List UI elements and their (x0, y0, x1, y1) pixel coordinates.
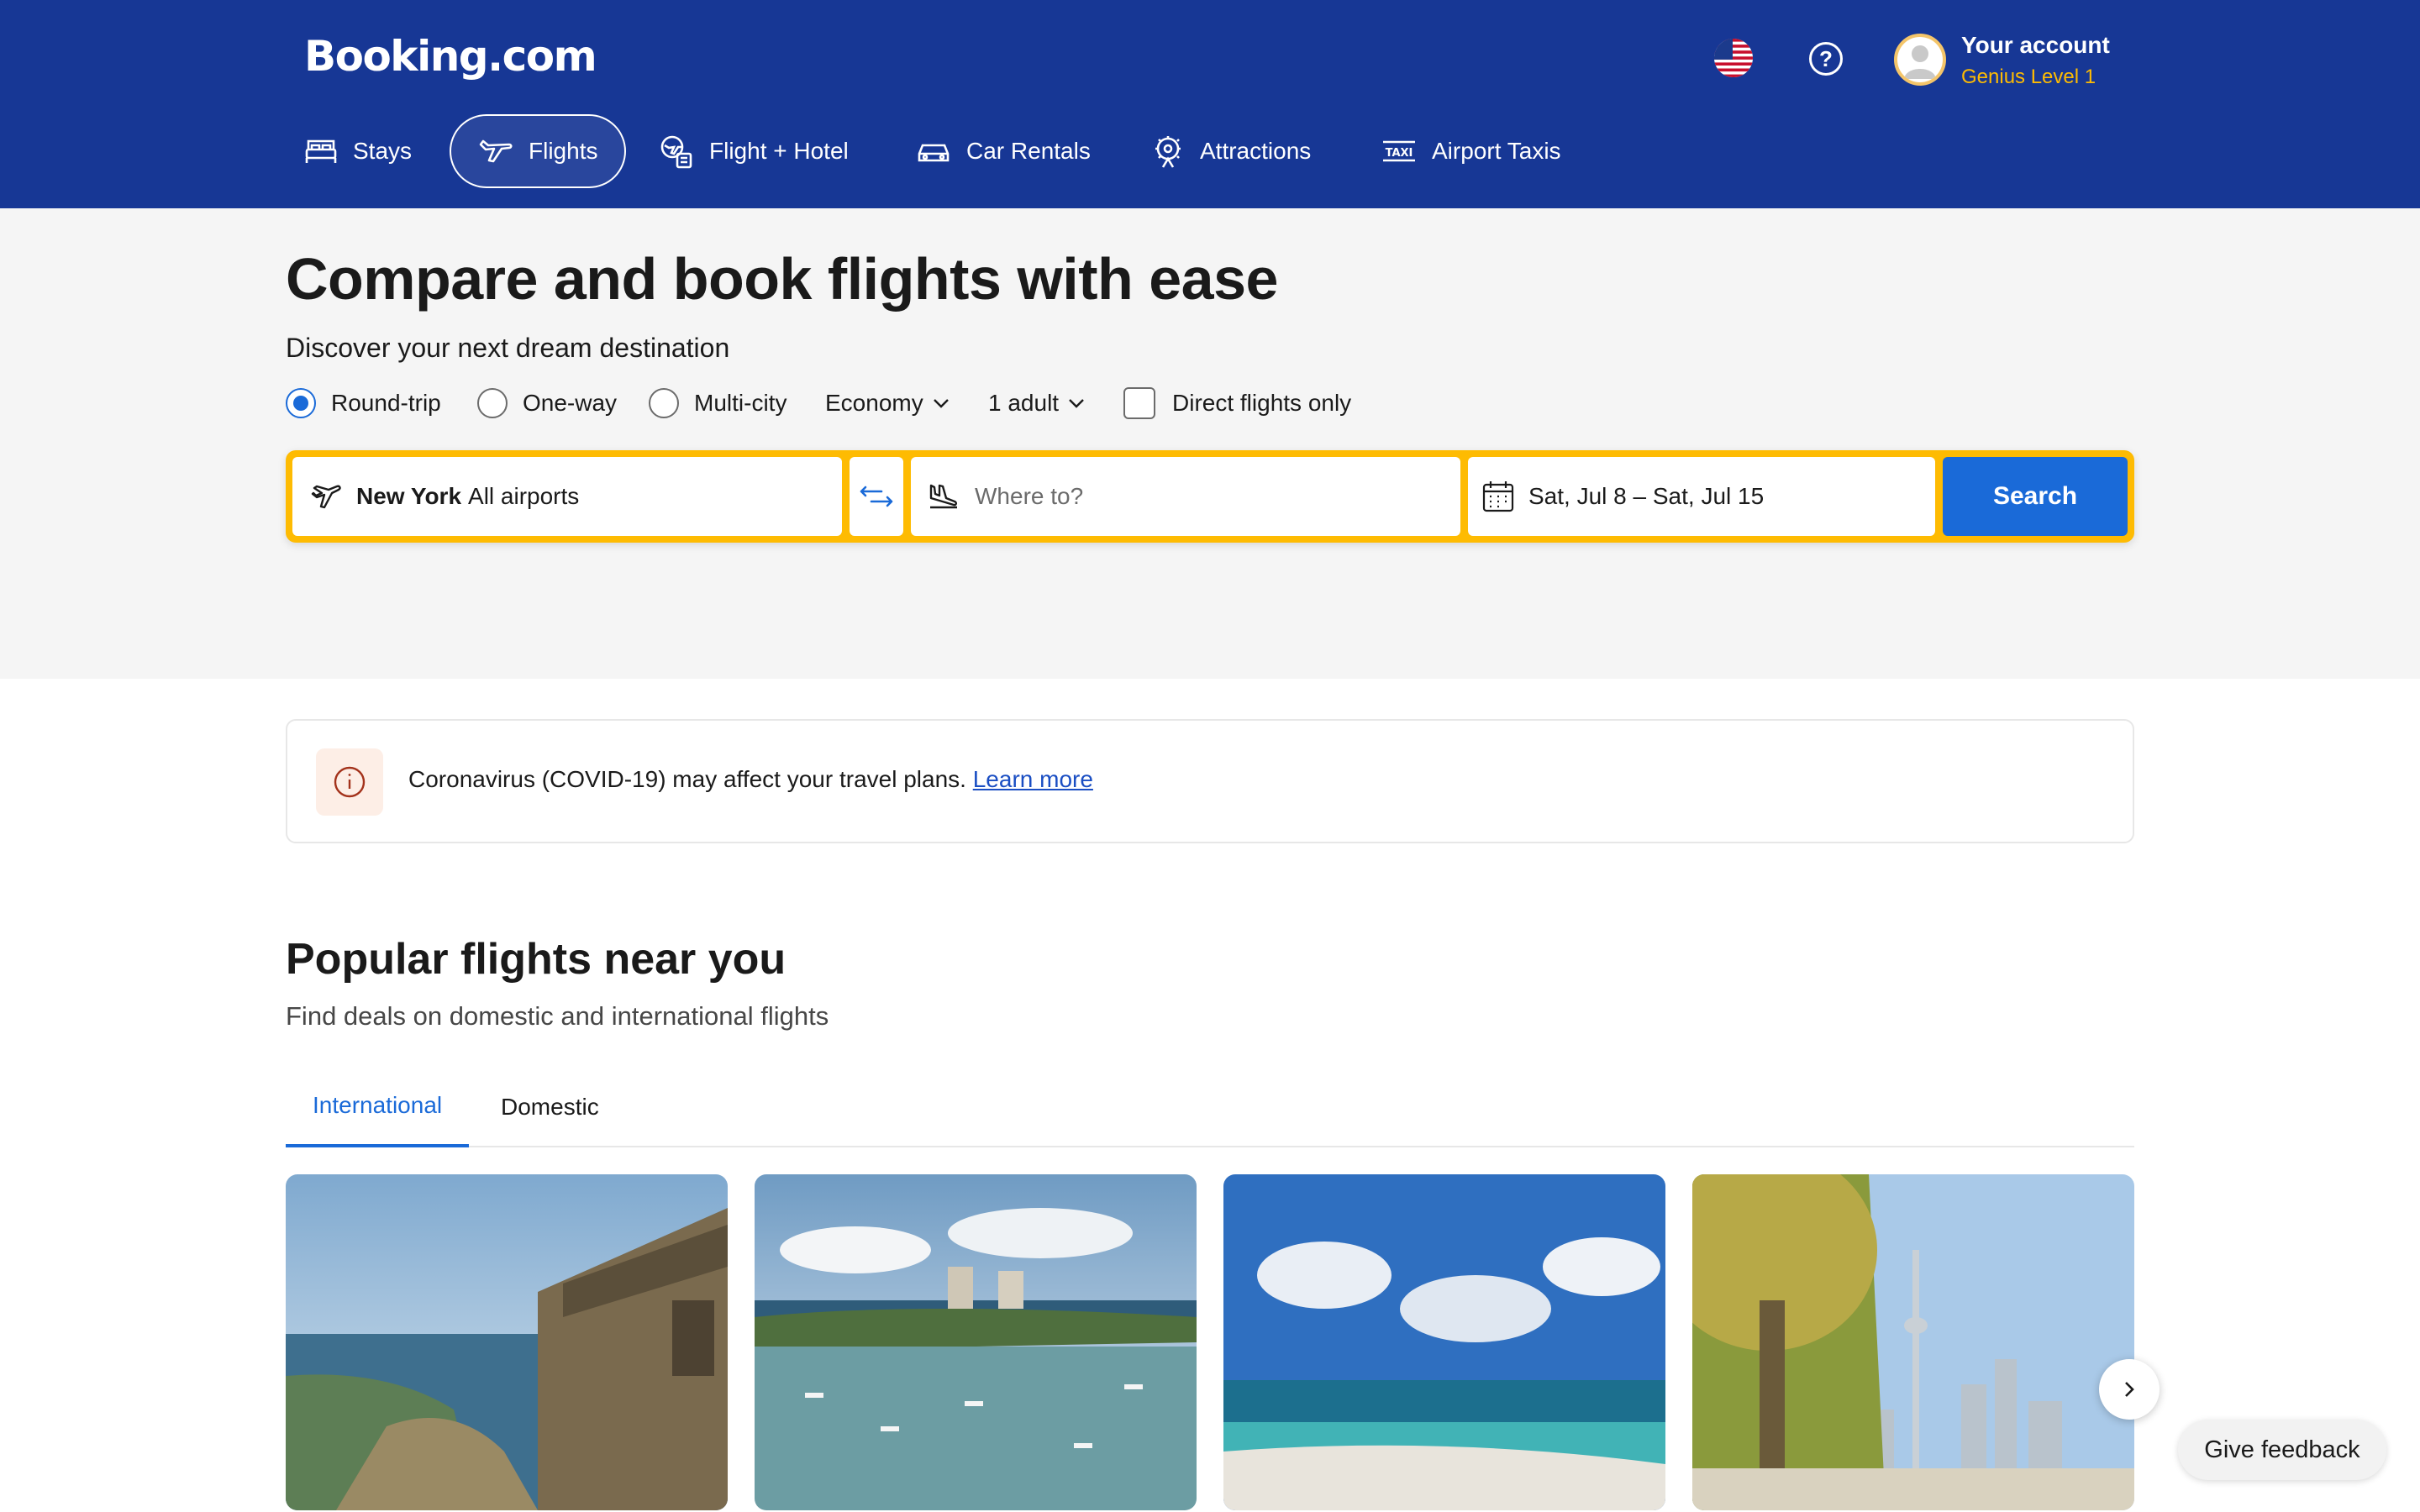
travelers-dropdown[interactable]: 1 adult (988, 385, 1086, 422)
nav-label: Flights (529, 138, 598, 164)
plane-icon (479, 139, 513, 163)
popular-tabs: International Domestic (286, 1067, 2134, 1147)
page-subtitle: Discover your next dream destination (286, 333, 730, 363)
nav-flights[interactable]: Flights (450, 114, 627, 188)
radio-label: One-way (523, 390, 618, 416)
page-title: Compare and book flights with ease (286, 246, 1278, 312)
destination-photo (1692, 1174, 2134, 1510)
nav-label: Airport Taxis (1432, 138, 1561, 164)
covid-text: Coronavirus (COVID-19) may affect your t… (408, 766, 966, 792)
nav-stays[interactable]: Stays (304, 114, 412, 188)
cabin-class-value: Economy (825, 390, 923, 416)
tab-domestic[interactable]: Domestic (501, 1067, 599, 1147)
swap-button[interactable] (850, 457, 903, 536)
us-flag-icon[interactable] (1714, 39, 1753, 77)
radio-multi-city[interactable] (649, 388, 679, 418)
tab-international[interactable]: International (286, 1067, 470, 1147)
taxi-icon: TAXI (1383, 140, 1415, 162)
nav-flight-hotel[interactable]: Flight + Hotel (659, 114, 849, 188)
dates-value: Sat, Jul 8 – Sat, Jul 15 (1528, 483, 1765, 509)
destination-card-4[interactable] (1692, 1174, 2134, 1510)
checkbox-label: Direct flights only (1172, 390, 1352, 416)
genius-level: Genius Level 1 (1961, 66, 2096, 88)
help-icon[interactable]: ? (1809, 42, 1843, 76)
direct-flights-checkbox[interactable] (1123, 387, 1155, 419)
flight-search-bar: New York All airports Where to? Sat, Jul… (286, 450, 2134, 543)
svg-text:TAXI: TAXI (1386, 147, 1413, 160)
covid-notice: Coronavirus (COVID-19) may affect your t… (286, 719, 2134, 843)
dates-field[interactable]: Sat, Jul 8 – Sat, Jul 15 (1468, 457, 1935, 536)
nav-attractions[interactable]: Attractions (1151, 114, 1311, 188)
trip-type-multi-city[interactable]: Multi-city (649, 385, 786, 422)
calendar-icon (1482, 481, 1514, 512)
destination-card-2[interactable] (755, 1174, 1197, 1510)
chevron-down-icon (933, 399, 949, 408)
destination-photo (1223, 1174, 1665, 1510)
trip-type-round-trip[interactable]: Round-trip (286, 385, 441, 422)
nav-airport-taxis[interactable]: TAXI Airport Taxis (1381, 114, 1561, 188)
destination-photo (755, 1174, 1197, 1510)
chevron-right-icon (2125, 1382, 2134, 1397)
takeoff-icon (311, 485, 341, 509)
give-feedback-button[interactable]: Give feedback (2178, 1420, 2386, 1480)
chevron-down-icon (1069, 399, 1084, 408)
radio-label: Multi-city (694, 390, 787, 416)
attractions-icon (1155, 136, 1181, 168)
radio-round-trip[interactable] (286, 388, 316, 418)
destination-photo (286, 1174, 728, 1510)
radio-label: Round-trip (331, 390, 441, 416)
nav-label: Attractions (1200, 138, 1312, 164)
top-header: Booking.com ? Your account Genius Level … (0, 0, 2420, 208)
origin-city: New York (356, 483, 462, 509)
car-icon (918, 144, 950, 162)
swap-arrows-icon (860, 486, 893, 507)
account-name[interactable]: Your account (1961, 32, 2110, 59)
origin-field[interactable]: New York All airports (292, 457, 842, 536)
radio-one-way[interactable] (477, 388, 508, 418)
landing-icon (929, 484, 957, 509)
search-button[interactable]: Search (1943, 457, 2128, 536)
info-icon (316, 748, 383, 816)
origin-airports: All airports (468, 483, 580, 509)
nav-label: Stays (353, 138, 413, 164)
cabin-class-dropdown[interactable]: Economy (825, 385, 950, 422)
nav-label: Car Rentals (966, 138, 1091, 164)
nav-car-rentals[interactable]: Car Rentals (916, 114, 1091, 188)
direct-flights-toggle[interactable]: Direct flights only (1123, 385, 1351, 422)
bed-icon (305, 139, 337, 163)
travelers-value: 1 adult (988, 390, 1060, 416)
carousel-next-button[interactable] (2099, 1359, 2160, 1420)
destination-card-3[interactable] (1223, 1174, 1665, 1510)
booking-logo[interactable]: Booking.com (304, 32, 597, 81)
nav-label: Flight + Hotel (709, 138, 849, 164)
trip-type-one-way[interactable]: One-way (477, 385, 617, 422)
avatar[interactable] (1894, 34, 1946, 86)
popular-subtitle: Find deals on domestic and international… (286, 1001, 829, 1031)
destination-card-1[interactable] (286, 1174, 728, 1510)
destination-field[interactable]: Where to? (911, 457, 1460, 536)
flight-hotel-icon (660, 135, 692, 169)
user-icon (1897, 37, 1943, 82)
destination-placeholder: Where to? (975, 483, 1084, 509)
learn-more-link[interactable]: Learn more (973, 766, 1093, 792)
covid-message: Coronavirus (COVID-19) may affect your t… (408, 766, 1093, 793)
popular-title: Popular flights near you (286, 935, 786, 984)
